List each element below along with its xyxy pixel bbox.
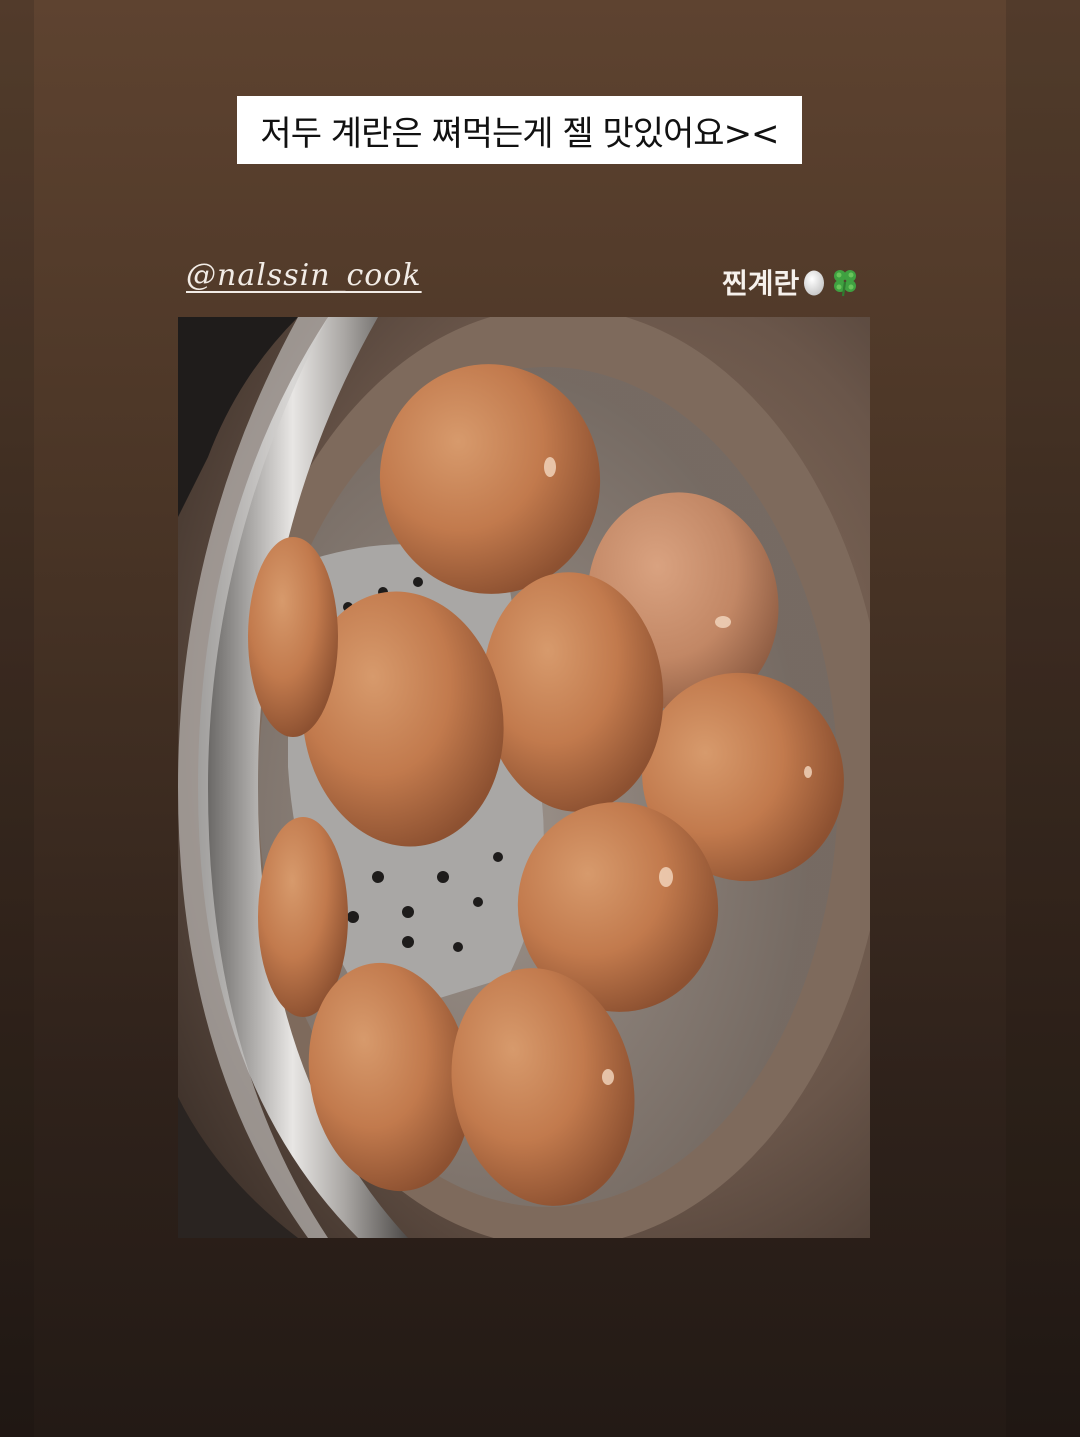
caption-sticker[interactable]: 저두 계란은 쪄먹는게 젤 맛있어요>< <box>237 96 802 164</box>
tag-label: 찐계란 <box>722 262 872 302</box>
caption-text: 저두 계란은 쪄먹는게 젤 맛있어요>< <box>260 113 779 154</box>
mention-link[interactable]: @nalssin_cook <box>186 258 422 293</box>
egg-icon <box>804 270 825 296</box>
tag-text: 찐계란 <box>722 267 800 300</box>
four-leaf-clover-icon <box>834 270 857 297</box>
steamed-eggs-photo <box>178 317 870 1238</box>
right-edge-panel <box>1006 0 1080 1437</box>
left-edge-panel <box>0 0 34 1437</box>
photo-illustration <box>178 317 870 1238</box>
